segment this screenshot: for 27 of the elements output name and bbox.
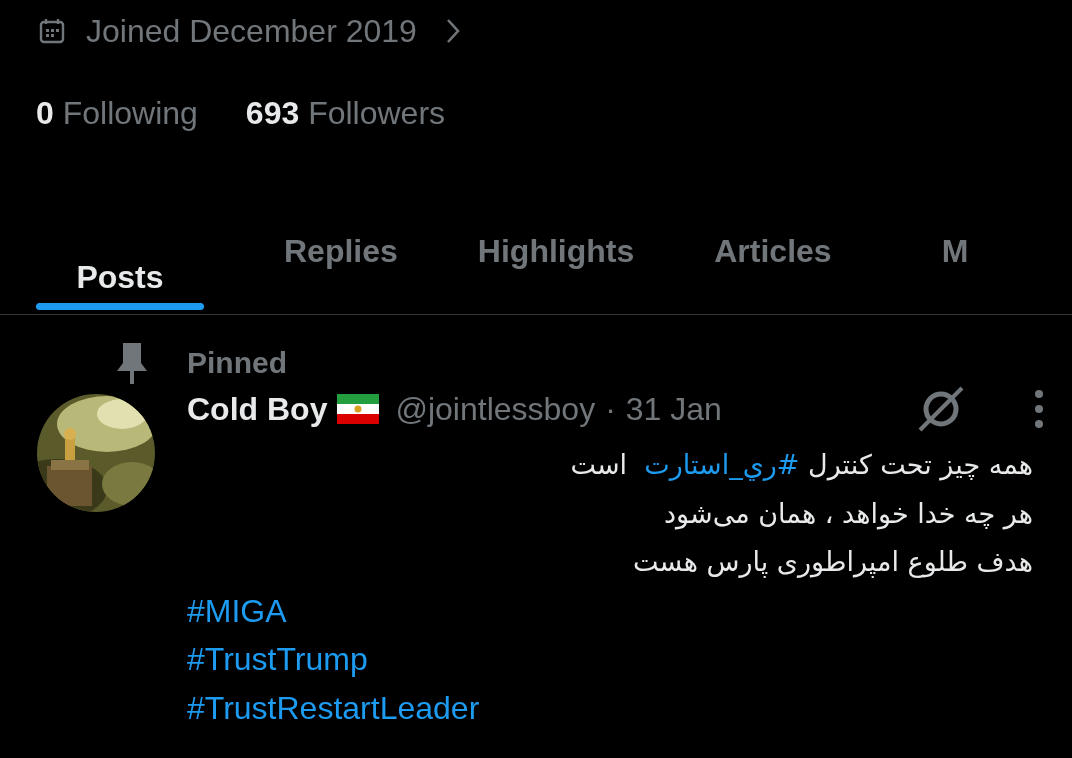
post-date[interactable]: 31 Jan: [625, 390, 722, 428]
post-text: هر چه خدا خواهد ، همان می‌شود: [664, 497, 1033, 529]
author-name[interactable]: Cold Boy: [187, 390, 328, 428]
profile-tab[interactable]: Posts: [76, 259, 164, 296]
more-options-icon[interactable]: [1034, 389, 1044, 429]
profile-tab[interactable]: Highlights: [477, 233, 635, 270]
profile-tab[interactable]: Articles: [714, 233, 832, 270]
pinned-label: Pinned: [187, 345, 287, 380]
slashed-circle-icon[interactable]: [916, 384, 966, 434]
hashtag-link[interactable]: #TrustTrump: [187, 635, 1043, 684]
followers-link[interactable]: 693 Followers: [245, 94, 446, 132]
post-text: است: [570, 449, 629, 480]
post-text: هدف طلوع امپراطوری پارس هست: [633, 546, 1033, 577]
calendar-icon: [38, 17, 66, 45]
post-text: همه چیز تحت کنترل: [807, 449, 1033, 480]
pin-icon: [115, 340, 149, 385]
author-handle[interactable]: @jointlessboy: [395, 390, 596, 428]
chevron-right-icon[interactable]: [444, 17, 461, 45]
hashtag-link[interactable]: #ري_استارت: [644, 449, 800, 480]
profile-tab[interactable]: Replies: [284, 233, 398, 270]
joined-date: Joined December 2019: [86, 12, 417, 50]
separator-dot: ·: [605, 390, 616, 428]
hashtag-link[interactable]: #MIGA: [187, 586, 1043, 635]
flag-icon: [337, 394, 380, 424]
following-link[interactable]: 0 Following: [36, 94, 198, 132]
profile-tab[interactable]: M: [941, 233, 969, 270]
hashtag-link[interactable]: #TrustRestartLeader: [187, 683, 1043, 732]
